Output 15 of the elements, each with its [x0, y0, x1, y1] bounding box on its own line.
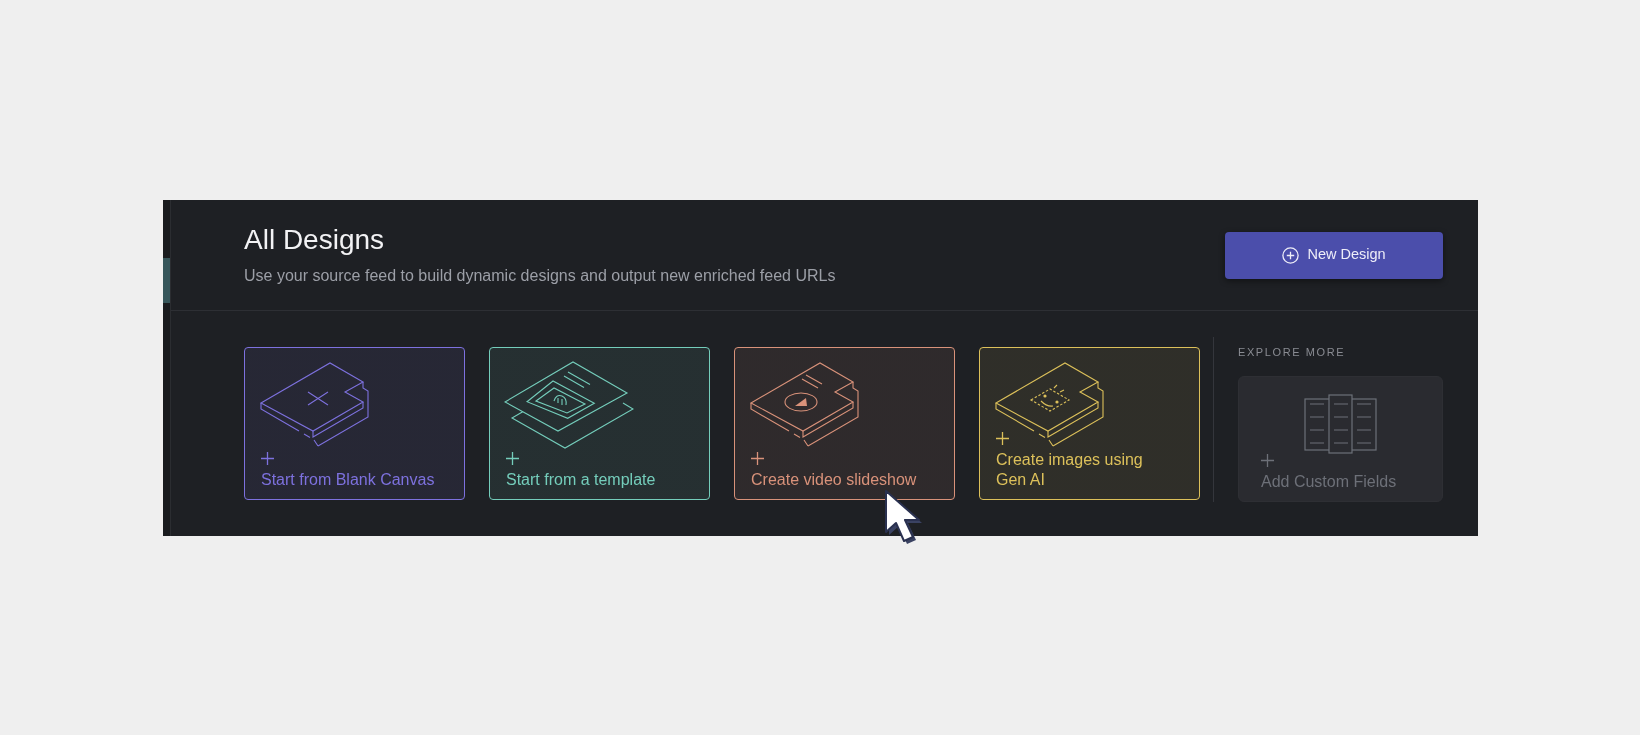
plus-icon	[506, 452, 519, 465]
plus-icon	[996, 432, 1009, 445]
create-option-card[interactable]: Create images using Gen AI	[979, 347, 1200, 500]
create-option-card[interactable]: Start from Blank Canvas	[244, 347, 465, 500]
create-option-card[interactable]: Create video slideshow	[734, 347, 955, 500]
plus-icon	[751, 452, 764, 465]
plus-circle-icon	[1282, 246, 1300, 264]
sidebar-highlight	[163, 258, 170, 303]
page-title: All Designs	[244, 223, 386, 257]
plus-icon	[261, 452, 274, 465]
create-option-card[interactable]: Start from a template	[489, 347, 710, 500]
new-design-button[interactable]: New Design	[1225, 231, 1443, 279]
page-subtitle: Use your source feed to build dynamic designs and output new enriched feed URLs	[244, 266, 836, 286]
section-heading: EXPLORE MORE	[1238, 345, 1347, 360]
plus-icon	[1261, 454, 1274, 467]
